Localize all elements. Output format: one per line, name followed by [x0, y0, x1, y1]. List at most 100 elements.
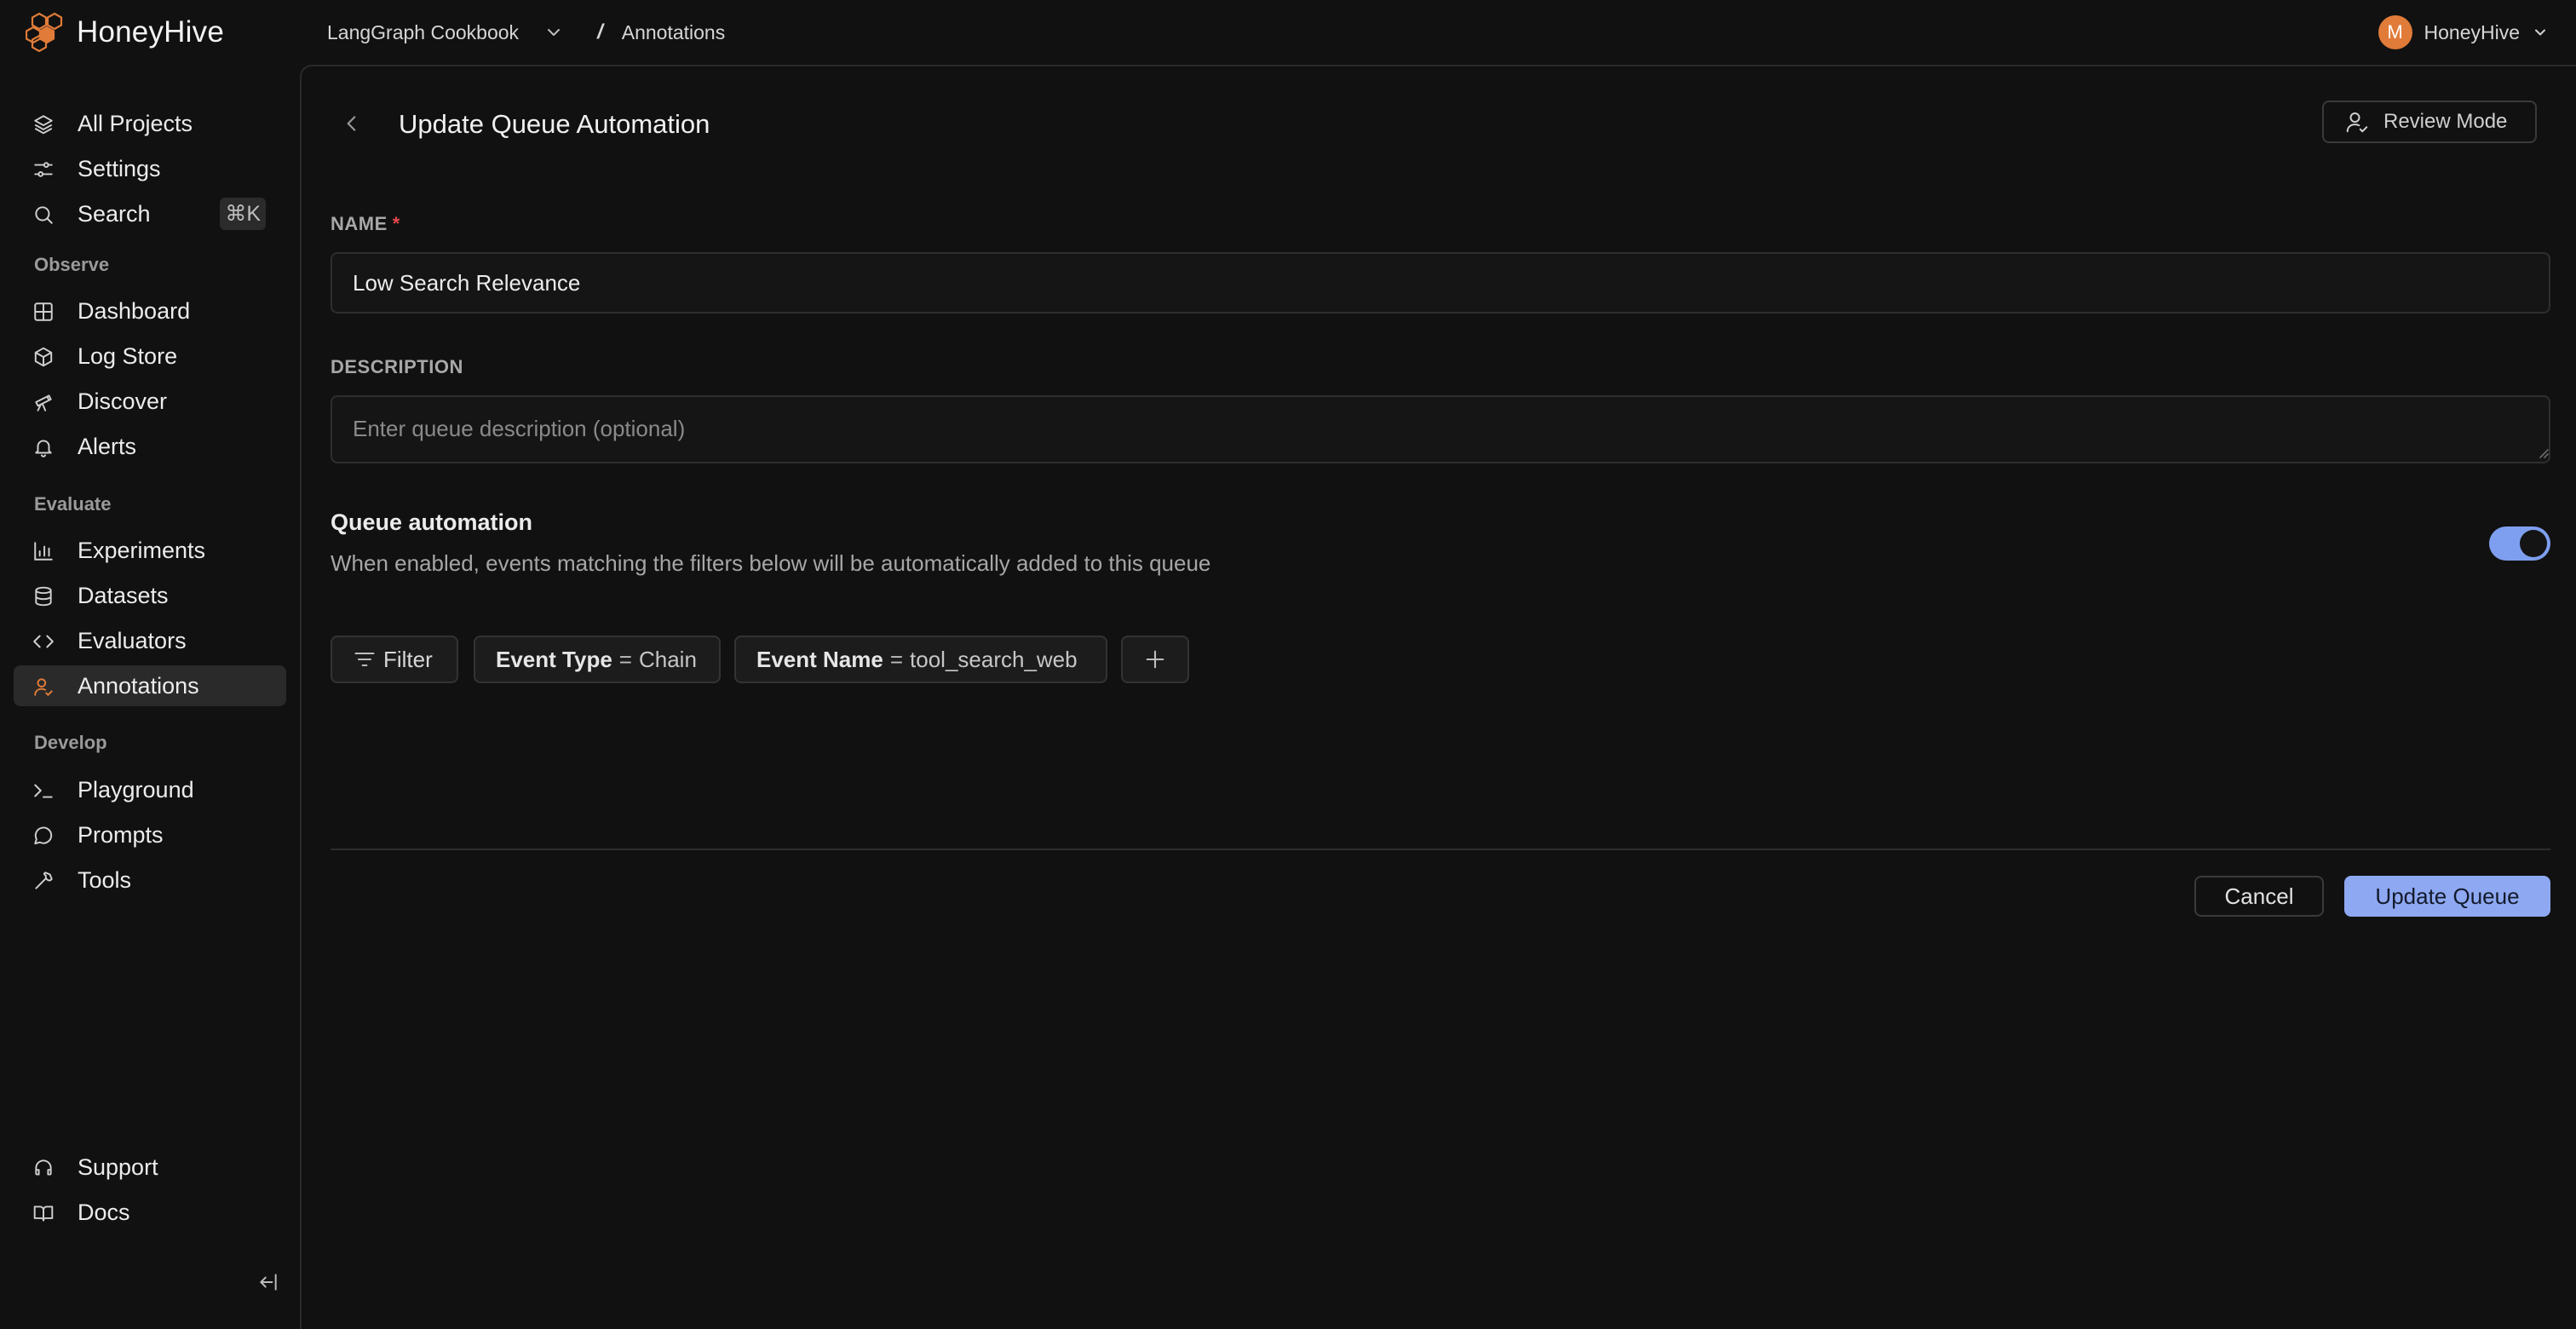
sidebar-item-label: Settings	[78, 155, 161, 181]
org-name: HoneyHive	[2424, 20, 2521, 43]
database-icon	[35, 586, 52, 607]
filter-operator: =	[618, 646, 632, 672]
filter-value: tool_search_web	[910, 646, 1078, 672]
section-label-evaluate: Evaluate	[34, 493, 112, 515]
sidebar-item-tools[interactable]: Tools	[14, 860, 286, 900]
sidebar-item-all-projects[interactable]: All Projects	[14, 103, 286, 144]
sidebar-item-alerts[interactable]: Alerts	[14, 426, 286, 467]
add-filter-button[interactable]	[1121, 636, 1189, 683]
bar-chart-icon	[34, 542, 53, 561]
user-menu[interactable]: M HoneyHive	[2378, 15, 2550, 49]
sidebar-item-label: Support	[78, 1154, 158, 1180]
toggle-knob	[2520, 530, 2547, 557]
breadcrumb-project[interactable]: LangGraph Cookbook	[327, 21, 519, 44]
sidebar-item-label: Docs	[78, 1199, 130, 1225]
sidebar-item-label: Dashboard	[78, 297, 191, 324]
sidebar-item-annotations[interactable]: Annotations	[14, 665, 286, 706]
sidebar-item-label: Log Store	[78, 342, 178, 369]
form-divider	[331, 849, 2550, 850]
chevron-down-icon	[2535, 29, 2545, 36]
chevron-left-icon	[347, 116, 356, 131]
sidebar-item-label: Playground	[78, 776, 194, 803]
description-input[interactable]	[331, 395, 2550, 463]
name-field-label: NAME *	[331, 213, 400, 235]
name-input[interactable]	[331, 252, 2550, 314]
search-shortcut-badge: ⌘K	[220, 198, 266, 230]
top-bar: HoneyHive LangGraph Cookbook / Annotatio…	[0, 0, 2576, 65]
headset-icon	[35, 1159, 52, 1176]
filter-lines-icon	[354, 652, 375, 667]
filter-field: Event Name	[756, 646, 883, 672]
update-queue-button[interactable]: Update Queue	[2344, 876, 2550, 917]
queue-automation-title: Queue automation	[331, 509, 533, 535]
review-mode-button[interactable]: Review Mode	[2322, 101, 2537, 143]
terminal-icon	[34, 784, 53, 798]
plus-icon	[1146, 650, 1164, 669]
page-title: Update Queue Automation	[399, 109, 710, 139]
code-icon	[33, 635, 54, 648]
message-circle-icon	[34, 826, 53, 845]
collapse-sidebar-button[interactable]	[256, 1269, 281, 1295]
sidebar-item-search[interactable]: Search ⌘K	[14, 193, 286, 234]
name-label-text: NAME	[331, 213, 388, 234]
sidebar-item-playground[interactable]: Playground	[14, 769, 286, 810]
sidebar-item-label: Search	[78, 200, 151, 227]
filter-chip-event-name[interactable]: Event Name = tool_search_web	[734, 636, 1107, 683]
sliders-icon	[34, 162, 53, 177]
sidebar: All Projects Settings Search ⌘K Observe …	[0, 65, 300, 1329]
section-label-develop: Develop	[34, 732, 107, 753]
avatar: M	[2378, 15, 2412, 49]
collapse-left-icon	[260, 1274, 277, 1291]
honeycomb-logo-icon	[26, 12, 63, 53]
filter-button[interactable]: Filter	[331, 636, 458, 683]
breadcrumb-separator: /	[597, 20, 603, 43]
wrench-icon	[35, 872, 53, 889]
sidebar-item-label: Alerts	[78, 433, 137, 459]
sidebar-item-discover[interactable]: Discover	[14, 381, 286, 422]
sidebar-item-label: Evaluators	[78, 627, 187, 653]
user-check-icon	[2346, 112, 2368, 133]
filter-chip-event-type[interactable]: Event Type = Chain	[474, 636, 721, 683]
filter-field: Event Type	[496, 646, 612, 672]
grid-icon	[34, 302, 53, 321]
filter-value: Chain	[638, 646, 697, 672]
brand-name: HoneyHive	[77, 15, 224, 49]
sidebar-item-prompts[interactable]: Prompts	[14, 814, 286, 855]
description-field-label: DESCRIPTION	[331, 356, 463, 377]
project-switcher-chevron[interactable]	[543, 21, 565, 43]
sidebar-item-docs[interactable]: Docs	[14, 1192, 286, 1233]
sidebar-item-label: Datasets	[78, 582, 169, 608]
sidebar-item-label: All Projects	[78, 110, 193, 136]
sidebar-item-support[interactable]: Support	[14, 1147, 286, 1188]
sidebar-item-label: Discover	[78, 388, 168, 414]
sidebar-item-label: Annotations	[78, 672, 199, 699]
telescope-icon	[35, 394, 52, 411]
app-window: HoneyHive LangGraph Cookbook / Annotatio…	[0, 0, 2576, 1329]
book-icon	[33, 1205, 54, 1222]
sidebar-item-settings[interactable]: Settings	[14, 148, 286, 189]
filter-operator: =	[889, 646, 904, 672]
box-icon	[34, 347, 53, 367]
user-check-icon	[34, 678, 53, 696]
filter-label: Filter	[383, 646, 433, 672]
sidebar-item-datasets[interactable]: Datasets	[14, 575, 286, 616]
sidebar-item-evaluators[interactable]: Evaluators	[14, 620, 286, 661]
sidebar-item-log-store[interactable]: Log Store	[14, 336, 286, 377]
sidebar-item-label: Tools	[78, 866, 132, 893]
breadcrumb: LangGraph Cookbook / Annotations	[327, 17, 725, 48]
back-button[interactable]	[339, 111, 365, 136]
main-panel: Update Queue Automation Review Mode NAME…	[300, 65, 2576, 1329]
required-mark: *	[392, 213, 400, 234]
sidebar-item-label: Prompts	[78, 821, 164, 848]
chevron-down-icon	[548, 29, 561, 36]
queue-automation-toggle[interactable]	[2489, 526, 2550, 561]
cancel-button[interactable]: Cancel	[2194, 876, 2324, 917]
sidebar-item-experiments[interactable]: Experiments	[14, 530, 286, 571]
bell-icon	[35, 440, 52, 457]
brand-logo[interactable]: HoneyHive	[26, 12, 224, 53]
breadcrumb-page[interactable]: Annotations	[622, 21, 725, 44]
queue-automation-description: When enabled, events matching the filter…	[331, 550, 1211, 576]
resize-grip-icon[interactable]	[2535, 445, 2549, 458]
sidebar-item-dashboard[interactable]: Dashboard	[14, 291, 286, 331]
section-label-observe: Observe	[34, 254, 110, 275]
